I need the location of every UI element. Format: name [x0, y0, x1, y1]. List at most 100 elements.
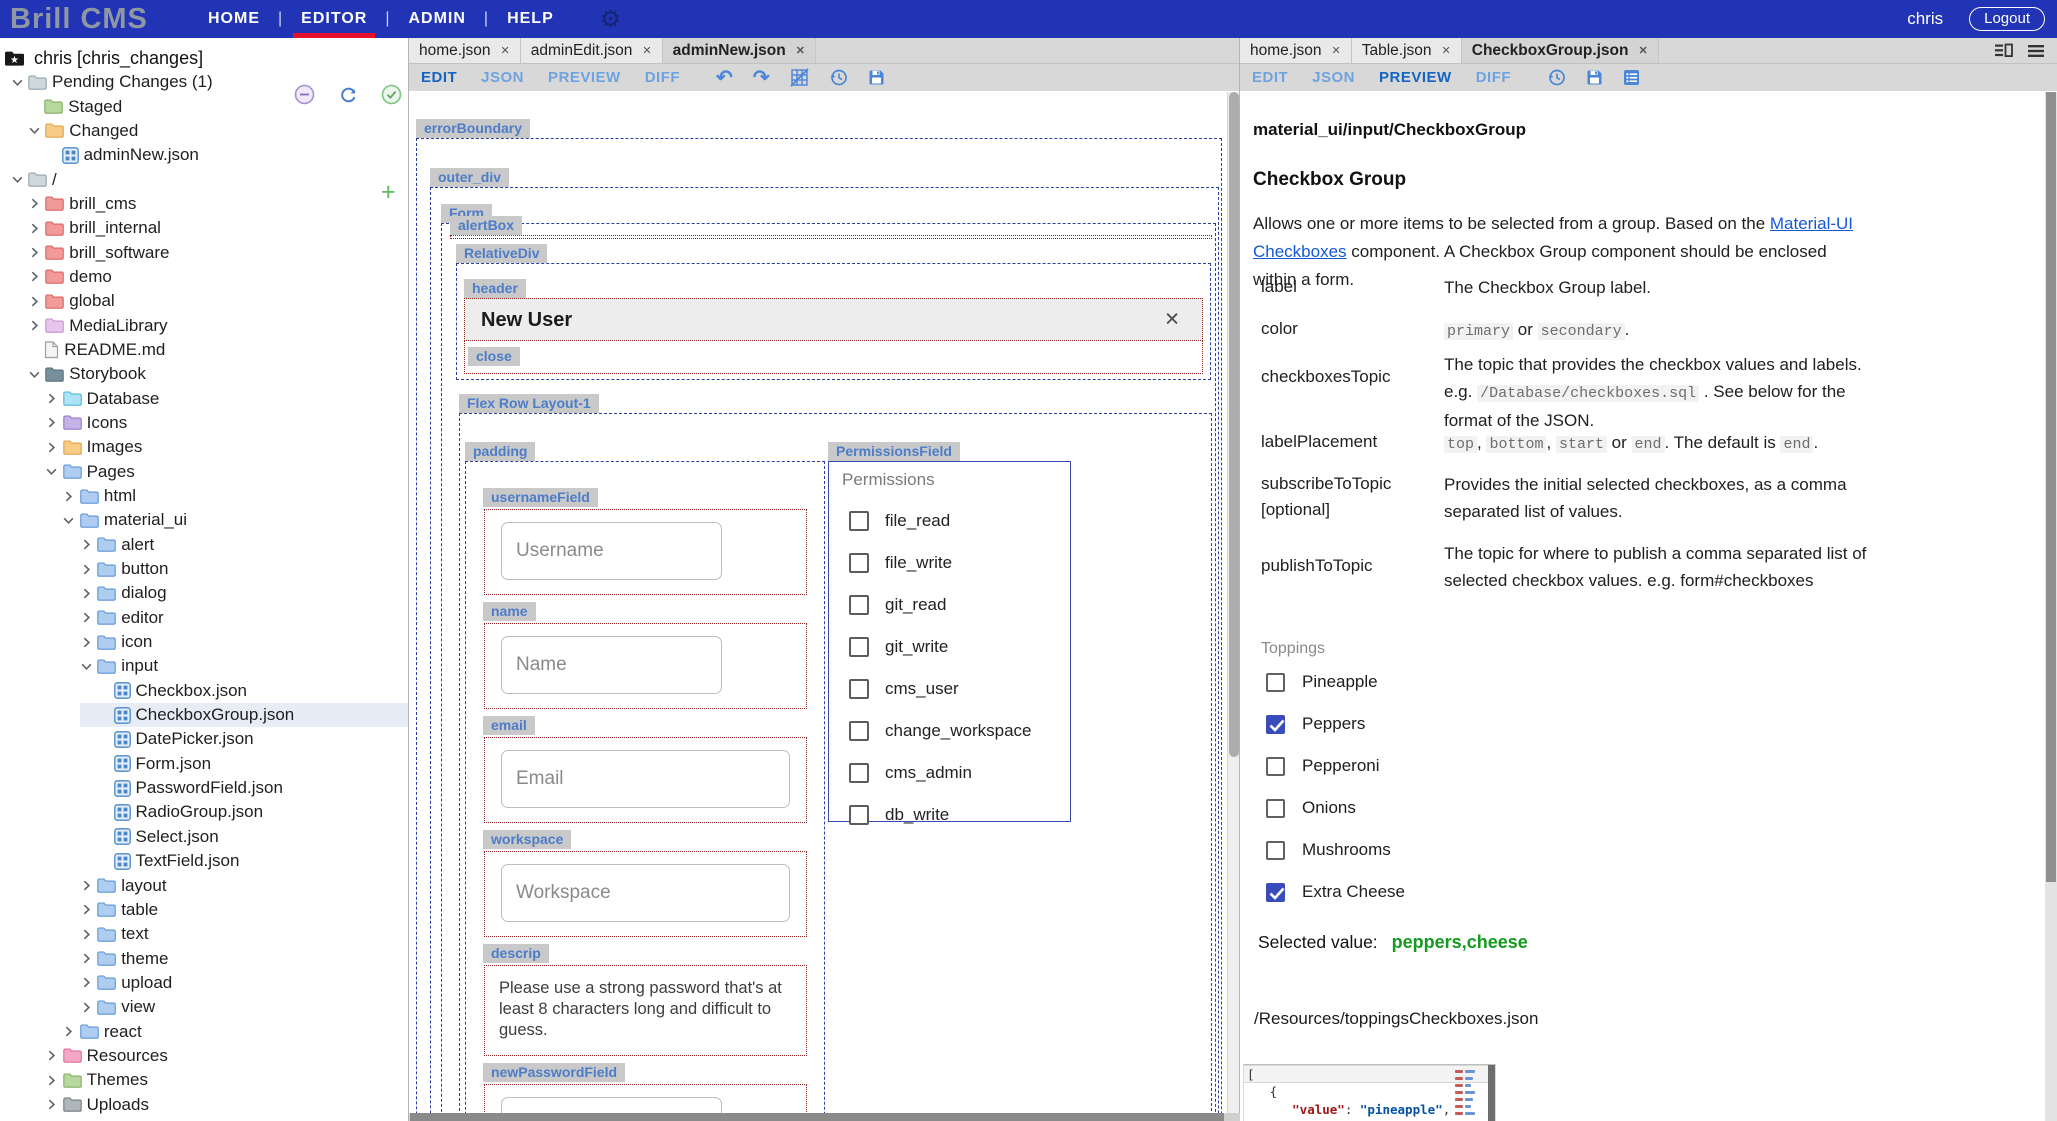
tree-item-text[interactable]: text — [0, 922, 408, 946]
chevron-right-icon[interactable] — [41, 1074, 63, 1087]
chevron-down-icon[interactable] — [58, 514, 80, 527]
tree-item-pages[interactable]: Pages — [0, 460, 408, 484]
chevron-right-icon[interactable] — [75, 611, 97, 624]
component-outer-div[interactable]: outer_div Form alertBox RelativeDiv head… — [430, 187, 1219, 1113]
tree-item--[interactable]: / — [0, 167, 408, 191]
tab-adminnew-json[interactable]: adminNew.json✕ — [663, 38, 816, 63]
tree-item-readme-md[interactable]: README.md — [0, 338, 408, 362]
form-field-workspace[interactable]: workspaceWorkspace — [484, 851, 807, 937]
chevron-down-icon[interactable] — [75, 660, 97, 673]
topping-row-extra-cheese[interactable]: Extra Cheese — [1266, 871, 1405, 913]
tree-item-brill-software[interactable]: brill_software — [0, 240, 408, 264]
form-field-newPasswordField[interactable]: newPasswordFieldPassword — [484, 1084, 807, 1113]
chevron-down-icon[interactable] — [6, 173, 28, 186]
tree-item-changed[interactable]: Changed — [0, 119, 408, 143]
chip-padding[interactable]: padding — [465, 442, 535, 461]
toolbar-preview-button[interactable]: PREVIEW — [536, 69, 633, 86]
menu-item-admin[interactable]: ADMIN — [402, 6, 471, 32]
tree-item-brill-cms[interactable]: brill_cms — [0, 192, 408, 216]
tree-item-passwordfield-json[interactable]: PasswordField.json — [0, 776, 408, 800]
tree-item-demo[interactable]: demo — [0, 265, 408, 289]
close-x-icon[interactable]: ✕ — [1164, 308, 1180, 331]
tree-item-uploads[interactable]: Uploads — [0, 1092, 408, 1116]
middle-vertical-scrollbar[interactable] — [1227, 92, 1239, 1113]
tab-close-icon[interactable]: ✕ — [501, 44, 510, 57]
chevron-right-icon[interactable] — [58, 490, 80, 503]
tab-table-json[interactable]: Table.json✕ — [1352, 38, 1462, 63]
tree-item-resources[interactable]: Resources — [0, 1044, 408, 1068]
newPasswordField-input[interactable]: Password — [501, 1097, 722, 1113]
checkbox-unchecked-icon[interactable] — [1266, 841, 1285, 860]
permission-row-db_write[interactable]: db_write — [829, 794, 1070, 836]
history-icon[interactable] — [819, 68, 858, 87]
tree-item-brill-internal[interactable]: brill_internal — [0, 216, 408, 240]
topping-row-peppers[interactable]: Peppers — [1266, 703, 1365, 745]
chevron-right-icon[interactable] — [75, 952, 97, 965]
chevron-down-icon[interactable] — [23, 124, 45, 137]
component-padding[interactable]: padding usernameFieldUsernamenameNameema… — [465, 461, 825, 1113]
tab-close-icon[interactable]: ✕ — [642, 44, 651, 57]
chevron-right-icon[interactable] — [75, 636, 97, 649]
tree-item-layout[interactable]: layout — [0, 873, 408, 897]
tree-item-global[interactable]: global — [0, 289, 408, 313]
form-field-descrip[interactable]: descripPlease use a strong password that… — [484, 965, 807, 1056]
tab-home-json[interactable]: home.json✕ — [1240, 38, 1352, 63]
usernameField-input[interactable]: Username — [501, 522, 722, 580]
permission-row-file_write[interactable]: file_write — [829, 542, 1070, 584]
tree-item-select-json[interactable]: Select.json — [0, 825, 408, 849]
tree-item-icon[interactable]: icon — [0, 630, 408, 654]
chevron-right-icon[interactable] — [75, 563, 97, 576]
chevron-right-icon[interactable] — [23, 319, 45, 332]
chip-permissions-field[interactable]: PermissionsField — [828, 442, 960, 461]
chip-email[interactable]: email — [483, 716, 535, 735]
chip-relativeDiv[interactable]: RelativeDiv — [456, 244, 547, 263]
chevron-right-icon[interactable] — [23, 246, 45, 259]
chip-header[interactable]: header — [464, 279, 526, 298]
tab-close-icon[interactable]: ✕ — [1442, 44, 1451, 57]
component-flex-row-layout[interactable]: Flex Row Layout-1 padding usernameFieldU… — [459, 413, 1212, 1113]
tab-adminedit-json[interactable]: adminEdit.json✕ — [521, 38, 663, 63]
toolbar-json-button[interactable]: JSON — [1300, 69, 1367, 86]
checkbox-unchecked-icon[interactable] — [1266, 673, 1285, 692]
toolbar-edit-button[interactable]: EDIT — [409, 69, 469, 86]
tree-item-database[interactable]: Database — [0, 386, 408, 410]
topping-row-pineapple[interactable]: Pineapple — [1266, 661, 1378, 703]
tree-item-images[interactable]: Images — [0, 435, 408, 459]
chevron-right-icon[interactable] — [75, 903, 97, 916]
checkbox-checked-icon[interactable] — [1266, 883, 1285, 902]
component-errorBoundary[interactable]: errorBoundary outer_div Form alertBox Re… — [416, 138, 1222, 1113]
chevron-right-icon[interactable] — [75, 879, 97, 892]
component-permissions-field[interactable]: PermissionsField Permissions file_readfi… — [828, 461, 1071, 822]
tree-item-storybook[interactable]: Storybook — [0, 362, 408, 386]
checkbox-unchecked-icon[interactable] — [1266, 757, 1285, 776]
collapse-minus-icon[interactable] — [294, 84, 315, 110]
checkbox-unchecked-icon[interactable] — [849, 721, 869, 741]
chevron-right-icon[interactable] — [41, 1049, 63, 1062]
form-field-email[interactable]: emailEmail — [484, 737, 807, 823]
checkbox-checked-icon[interactable] — [1266, 715, 1285, 734]
permission-row-file_read[interactable]: file_read — [829, 500, 1070, 542]
save-icon[interactable] — [1576, 69, 1613, 86]
chevron-right-icon[interactable] — [75, 976, 97, 989]
history-icon[interactable] — [1537, 68, 1576, 87]
component-form[interactable]: Form alertBox RelativeDiv header New Use… — [441, 223, 1216, 1113]
chevron-right-icon[interactable] — [58, 1025, 80, 1038]
menu-item-editor[interactable]: EDITOR — [295, 6, 373, 32]
save-icon[interactable] — [858, 69, 895, 86]
chip-errorBoundary[interactable]: errorBoundary — [416, 119, 530, 138]
checkbox-unchecked-icon[interactable] — [849, 595, 869, 615]
permission-row-cms_user[interactable]: cms_user — [829, 668, 1070, 710]
check-circle-icon[interactable] — [381, 84, 402, 110]
chevron-right-icon[interactable] — [23, 270, 45, 283]
chevron-right-icon[interactable] — [23, 197, 45, 210]
form-field-usernameField[interactable]: usernameFieldUsername — [484, 509, 807, 595]
tab-home-json[interactable]: home.json✕ — [409, 38, 521, 63]
chevron-right-icon[interactable] — [75, 587, 97, 600]
chevron-right-icon[interactable] — [41, 441, 63, 454]
form-field-name[interactable]: nameName — [484, 623, 807, 709]
menu-item-help[interactable]: HELP — [501, 6, 560, 32]
tree-item-checkbox-json[interactable]: Checkbox.json — [0, 679, 408, 703]
right-vertical-scrollbar[interactable] — [2045, 92, 2057, 1121]
material-ui-checkboxes-link[interactable]: Material-UI Checkboxes — [1253, 214, 1853, 261]
redo-icon[interactable]: ↷ — [743, 65, 780, 90]
